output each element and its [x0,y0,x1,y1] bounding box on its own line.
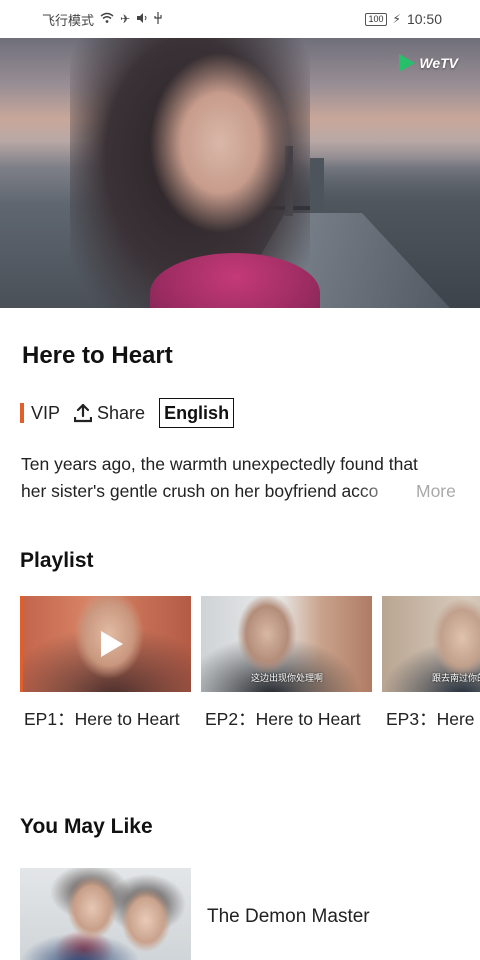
airplane-mode-text: 飞行模式 [42,12,95,28]
wetv-play-icon [399,54,416,72]
episode-subtitle: 跟去南过你的 [432,673,480,683]
usb-icon [154,11,162,27]
action-row: VIP Share English [20,397,235,429]
charging-icon: ⚡ [392,12,401,26]
volume-icon [136,12,148,27]
hero-building [310,158,324,213]
play-icon[interactable] [101,631,123,657]
episode-card-2[interactable]: 这边出现你处理啊 EP2：Here to Heart [201,596,372,731]
episode-card-3[interactable]: 跟去南过你的 EP3：Here [382,596,480,731]
recommendation-thumbnail[interactable] [20,868,191,960]
battery-icon: 100 [365,12,387,26]
airplane-icon: ✈ [120,12,131,26]
episode-label: EP3：Here [386,709,475,729]
description-line-1: Ten years ago, the warmth unexpectedly f… [21,454,418,474]
vip-badge: VIP [20,403,60,424]
clock: 10:50 [406,11,442,27]
share-icon [73,403,93,423]
episode-thumbnail[interactable] [20,596,191,692]
more-button[interactable]: More [416,478,456,505]
recommendation-item[interactable]: The Demon Master [20,868,460,960]
vip-label: VIP [31,402,61,423]
share-button[interactable]: Share [73,402,146,424]
wetv-logo-text: WeTV [419,55,458,71]
you-may-like-title: You May Like [20,815,153,838]
vip-accent-bar [20,403,24,423]
playlist-title: Playlist [20,549,94,572]
share-label: Share [97,402,146,423]
episode-label: EP2：Here to Heart [205,709,361,729]
description-fade [356,478,416,505]
episode-thumbnail[interactable]: 跟去南过你的 [382,596,480,692]
description-line-2: her sister's gentle crush on her boyfrie… [21,481,379,501]
status-bar: 飞行模式 ✈ 100 ⚡ 10:50 [0,0,480,38]
status-right: 100 ⚡ 10:50 [365,11,442,27]
playlist-carousel[interactable]: EP1：Here to Heart 这边出现你处理啊 EP2：Here to H… [20,596,480,736]
episode-card-1[interactable]: EP1：Here to Heart [20,596,191,731]
episode-thumbnail[interactable]: 这边出现你处理啊 [201,596,372,692]
wifi-icon [100,12,114,27]
hero-banner[interactable]: WeTV [0,38,480,308]
episode-subtitle: 这边出现你处理啊 [251,673,324,683]
status-left: 飞行模式 ✈ [42,10,162,29]
wetv-logo: WeTV [399,54,458,72]
episode-label: EP1：Here to Heart [24,709,180,729]
recommendation-title[interactable]: The Demon Master [207,906,370,928]
show-title: Here to Heart [22,342,173,369]
language-button[interactable]: English [159,398,235,428]
